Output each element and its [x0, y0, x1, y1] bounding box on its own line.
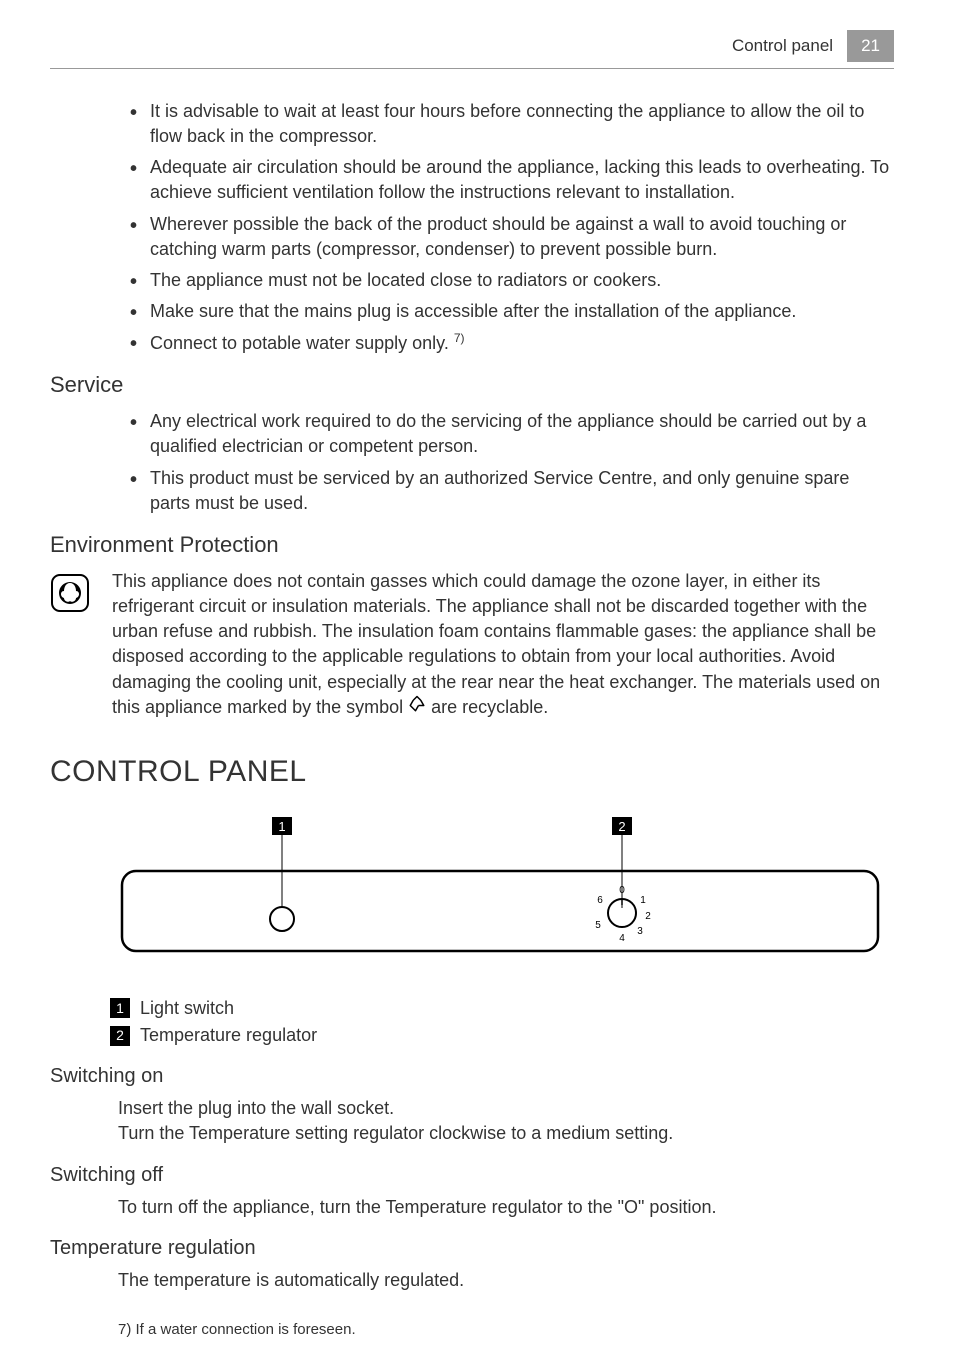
legend-num-2: 2 — [110, 1026, 130, 1046]
body-line: Insert the plug into the wall socket. — [118, 1096, 894, 1121]
legend-text-1: Light switch — [140, 996, 234, 1021]
body-line: To turn off the appliance, turn the Temp… — [118, 1195, 894, 1220]
temp-reg-text: The temperature is automatically regulat… — [118, 1268, 894, 1293]
list-item: Connect to potable water supply only. 7) — [130, 330, 894, 356]
page-header: Control panel 21 — [50, 30, 894, 69]
body-line: Turn the Temperature setting regulator c… — [118, 1121, 894, 1146]
footnote: 7) If a water connection is foreseen. — [118, 1319, 894, 1340]
diagram-callout-1: 1 — [278, 819, 285, 834]
list-item: Adequate air circulation should be aroun… — [130, 155, 894, 205]
body-line: The temperature is automatically regulat… — [118, 1268, 894, 1293]
list-item: It is advisable to wait at least four ho… — [130, 99, 894, 149]
installation-bullets: It is advisable to wait at least four ho… — [130, 99, 894, 357]
legend-num-1: 1 — [110, 998, 130, 1018]
header-section-title: Control panel — [732, 34, 833, 58]
page-number: 21 — [847, 30, 894, 62]
bullet-text: Connect to potable water supply only. — [150, 333, 454, 353]
switching-off-heading: Switching off — [50, 1161, 894, 1189]
environment-heading: Environment Protection — [50, 530, 894, 561]
list-item: The appliance must not be located close … — [130, 268, 894, 293]
service-bullets: Any electrical work required to do the s… — [130, 409, 894, 516]
list-item: Any electrical work required to do the s… — [130, 409, 894, 459]
switching-off-text: To turn off the appliance, turn the Temp… — [118, 1195, 894, 1220]
env-text-before: This appliance does not contain gasses w… — [112, 571, 880, 717]
diagram-callout-2: 2 — [618, 819, 625, 834]
dial-num-5: 5 — [595, 920, 601, 931]
environment-row: This appliance does not contain gasses w… — [50, 569, 894, 721]
recycle-icon — [408, 695, 426, 720]
service-heading: Service — [50, 370, 894, 401]
control-panel-diagram: 1 2 0 1 2 3 4 5 6 — [120, 813, 824, 980]
env-text-after: are recyclable. — [426, 697, 548, 717]
dial-num-3: 3 — [637, 926, 643, 937]
environment-text: This appliance does not contain gasses w… — [112, 569, 894, 721]
list-item: Wherever possible the back of the produc… — [130, 212, 894, 262]
dial-num-4: 4 — [619, 933, 625, 944]
switching-on-text: Insert the plug into the wall socket. Tu… — [118, 1096, 894, 1146]
legend-item-2: 2 Temperature regulator — [110, 1023, 894, 1048]
temp-reg-heading: Temperature regulation — [50, 1234, 894, 1262]
legend-text-2: Temperature regulator — [140, 1023, 317, 1048]
list-item: This product must be serviced by an auth… — [130, 466, 894, 516]
list-item: Make sure that the mains plug is accessi… — [130, 299, 894, 324]
footnote-ref: 7) — [454, 331, 465, 345]
dial-num-1: 1 — [640, 895, 646, 906]
control-panel-heading: CONTROL PANEL — [50, 751, 894, 793]
dial-num-0: 0 — [619, 885, 625, 896]
dial-num-2: 2 — [645, 911, 651, 922]
legend-item-1: 1 Light switch — [110, 996, 894, 1021]
diagram-legend: 1 Light switch 2 Temperature regulator — [110, 996, 894, 1048]
switching-on-heading: Switching on — [50, 1062, 894, 1090]
environment-icon — [50, 573, 90, 620]
dial-num-6: 6 — [597, 895, 603, 906]
